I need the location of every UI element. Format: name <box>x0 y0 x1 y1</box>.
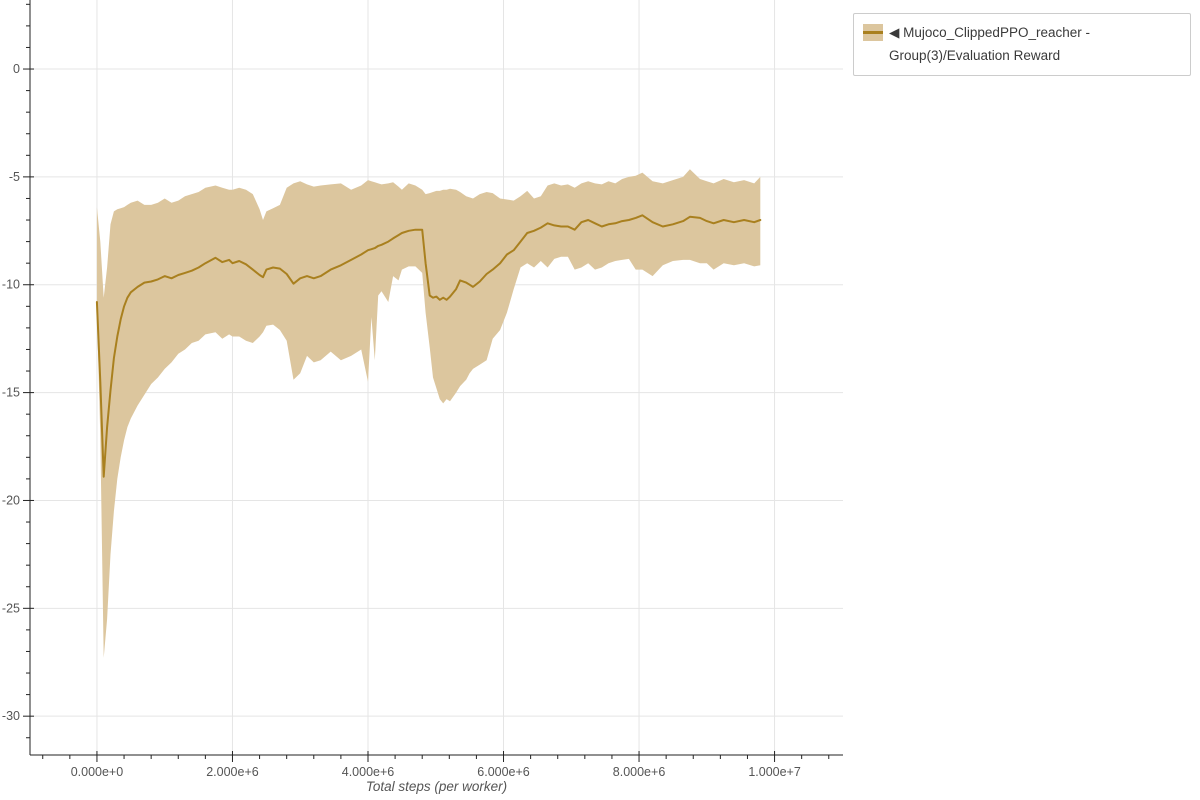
reward-plot[interactable]: 0.000e+0 2.000e+6 4.000e+6 6.000e+6 8.000e+6… <box>0 0 1200 800</box>
x-tick-label: 0.000e+0 <box>71 765 124 779</box>
y-tick-label: -5 <box>9 170 20 184</box>
legend-swatch-icon <box>863 24 883 41</box>
confidence-band-area <box>96 169 761 658</box>
x-tick-label: 4.000e+6 <box>342 765 395 779</box>
y-tick-label: -30 <box>2 709 20 723</box>
x-tick-label: 2.000e+6 <box>206 765 259 779</box>
x-axis-title: Total steps (per worker) <box>366 779 507 794</box>
y-tick-label: -15 <box>2 386 20 400</box>
chart-canvas: 0.000e+0 2.000e+6 4.000e+6 6.000e+6 8.000e+6… <box>0 0 1200 800</box>
x-tick-label: 6.000e+6 <box>477 765 530 779</box>
y-tick-label: -10 <box>2 278 20 292</box>
y-tick-label: -20 <box>2 493 20 507</box>
y-tick-label: 0 <box>13 62 20 76</box>
x-tick-label: 1.000e+7 <box>748 765 801 779</box>
legend-swatch-line-icon <box>863 30 883 34</box>
legend[interactable]: ◀ Mujoco_ClippedPPO_reacher - Group(3)/E… <box>853 13 1191 76</box>
confidence-band <box>96 169 761 658</box>
y-tick-label: -25 <box>2 601 20 615</box>
legend-label: ◀ Mujoco_ClippedPPO_reacher - Group(3)/E… <box>889 25 1090 63</box>
x-tick-label: 8.000e+6 <box>613 765 666 779</box>
